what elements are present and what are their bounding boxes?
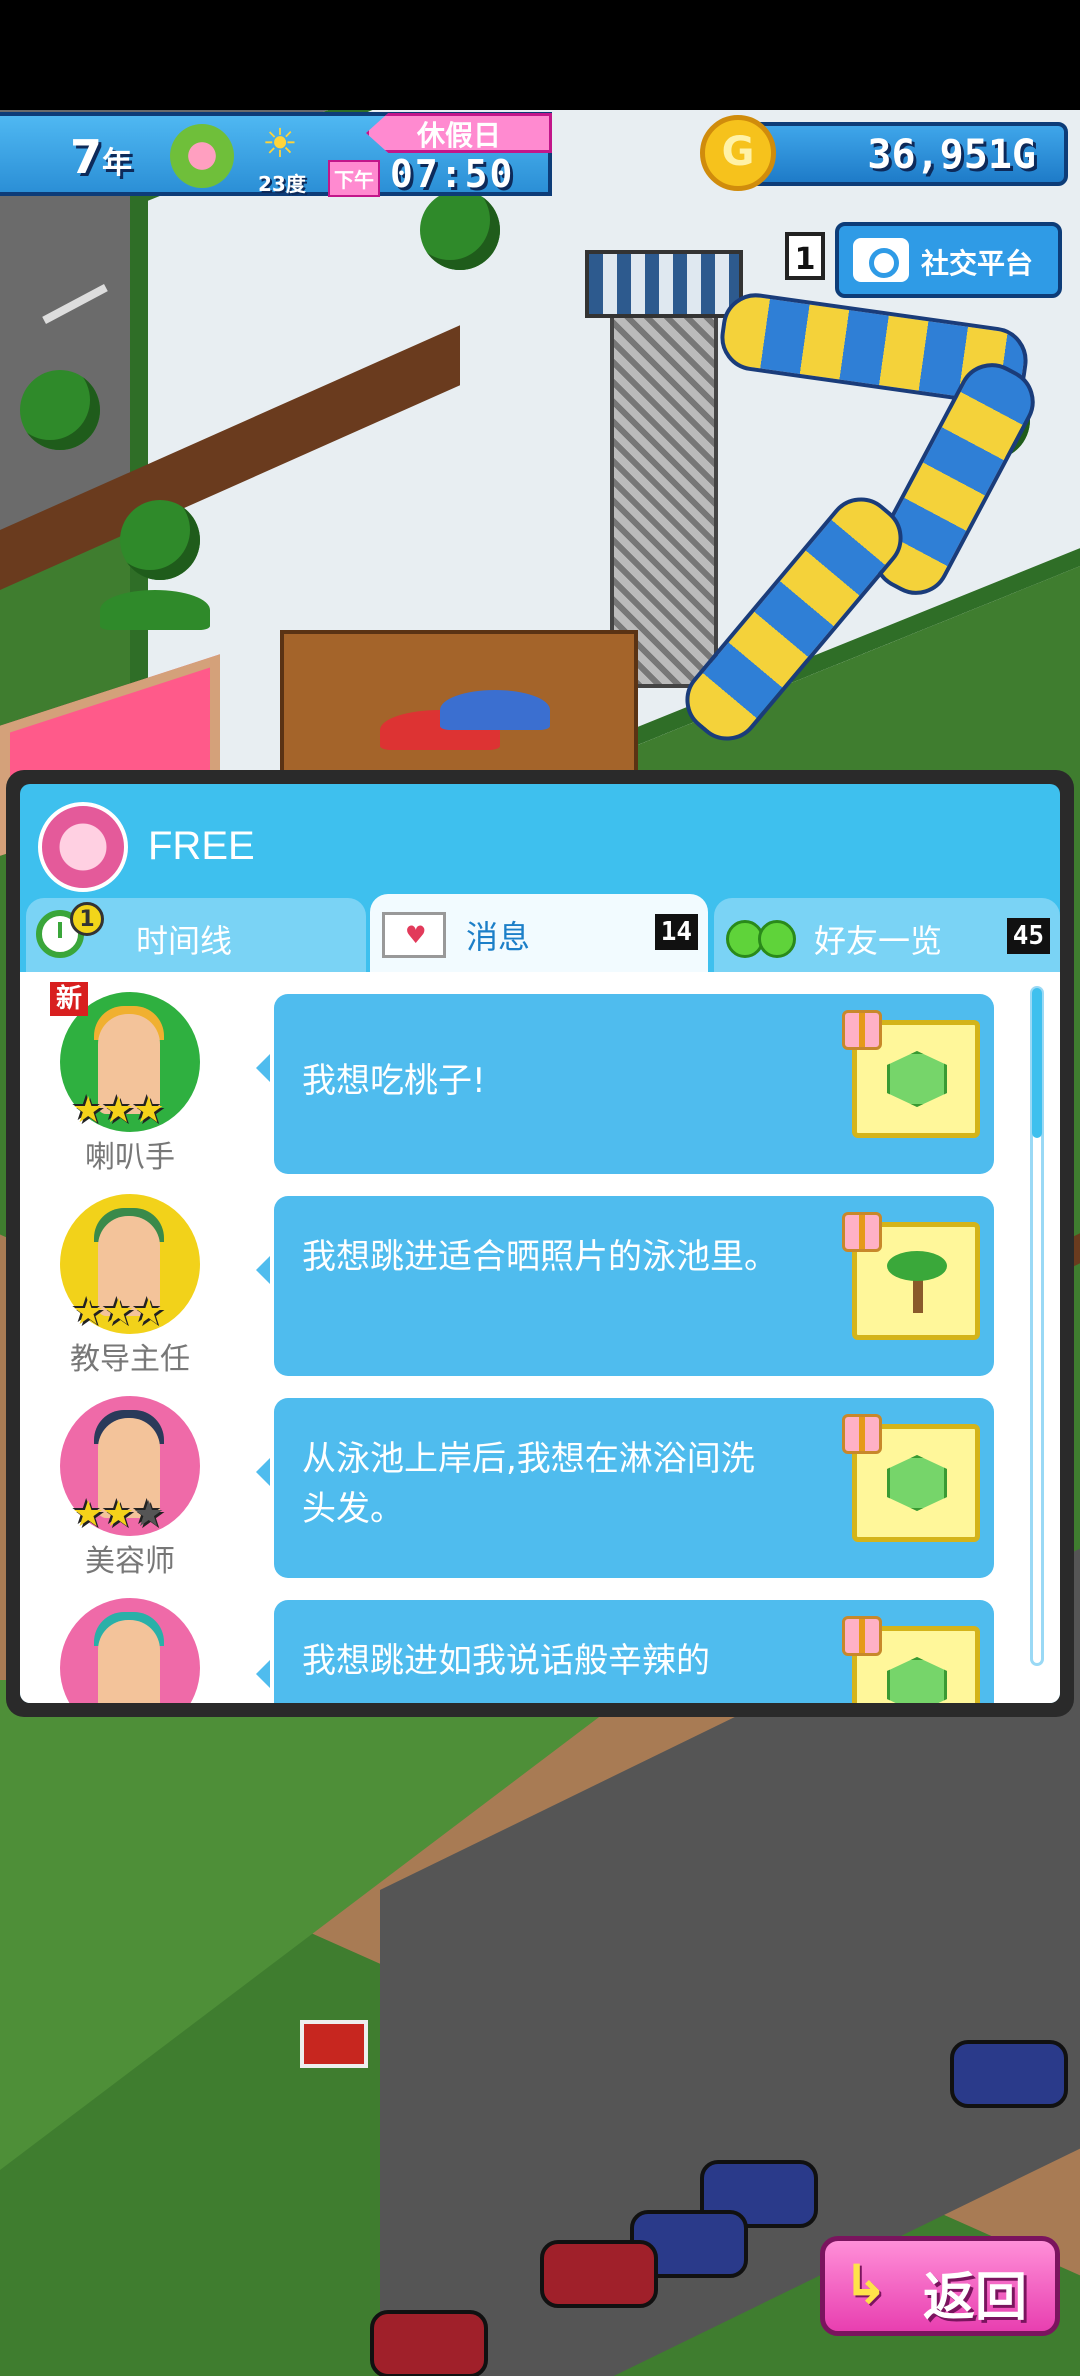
gift-icon xyxy=(842,1616,882,1656)
tab-friends[interactable]: 好友一览 45 xyxy=(714,898,1060,972)
palm-leaves xyxy=(887,1251,947,1281)
message-bubble[interactable]: 我想跳进适合晒照片的泳池里。 xyxy=(256,1196,994,1376)
gift-icon xyxy=(842,1212,882,1252)
return-button[interactable]: ↳ 返回 xyxy=(820,2236,1060,2336)
green-cube-icon xyxy=(887,1455,947,1511)
tree xyxy=(20,370,100,450)
tree xyxy=(120,500,200,580)
gold-coin-icon: G xyxy=(700,115,776,191)
tab-messages-label: 消息 xyxy=(466,918,531,956)
year-display: 7年 xyxy=(70,130,132,184)
npc-name: 教导主任 xyxy=(70,1342,190,1377)
return-label: 返回 xyxy=(923,2268,1028,2328)
timeline-badge: 1 xyxy=(70,902,104,936)
message-bubble[interactable]: 我想跳进如我说话般辛辣的 xyxy=(256,1600,994,1703)
message-text: 我想吃桃子! xyxy=(302,1061,486,1101)
friends-count: 45 xyxy=(1006,918,1050,954)
message-text: 我想跳进如我说话般辛辣的 xyxy=(302,1641,710,1681)
social-notification-count: 1 xyxy=(785,232,825,280)
temperature: 23度 xyxy=(258,172,306,196)
social-dialog: FREE 1 时间线 消息 14 好友一览 45 新 xyxy=(6,770,1074,1717)
npc-body xyxy=(98,1620,160,1703)
user-name: FREE xyxy=(148,824,255,868)
return-arrow-icon: ↳ xyxy=(843,2253,889,2316)
green-cube-icon xyxy=(887,1657,947,1703)
car xyxy=(370,2310,488,2376)
slide-tower[interactable] xyxy=(610,260,718,688)
message-bubble[interactable]: 从泳池上岸后,我想在淋浴间洗头发。 xyxy=(256,1398,994,1578)
message-row[interactable]: ★★★ 教导主任 我想跳进适合晒照片的泳池里。 xyxy=(20,1184,1030,1377)
sun-icon: ☀ xyxy=(262,121,298,167)
stars-filled: ★★★ xyxy=(72,1292,165,1333)
new-badge: 新 xyxy=(50,982,89,1016)
slide-tower-roof xyxy=(585,250,743,318)
mail-icon xyxy=(382,912,446,958)
tab-timeline-label: 时间线 xyxy=(136,922,233,960)
time-display: 07:50 xyxy=(390,152,515,196)
stars-empty: ★ xyxy=(132,1494,165,1535)
message-text: 从泳池上岸后,我想在淋浴间洗头发。 xyxy=(302,1439,755,1529)
year-number: 7 xyxy=(70,130,103,184)
camera-icon xyxy=(853,238,909,282)
star-rating: ★★★ xyxy=(72,1494,165,1535)
money-value: 36,951G xyxy=(867,132,1036,178)
green-cube-icon xyxy=(887,1051,947,1107)
season-flower-icon xyxy=(170,124,234,188)
year-unit: 年 xyxy=(102,146,133,181)
npc-name: 喇叭手 xyxy=(85,1140,175,1175)
npc-name: 美容师 xyxy=(85,1544,175,1579)
star-rating: ★★★ xyxy=(72,1090,165,1131)
tab-friends-label: 好友一览 xyxy=(814,922,943,960)
stars-filled: ★★★ xyxy=(72,1090,165,1131)
tree xyxy=(420,190,500,270)
message-row[interactable]: 我想跳进如我说话般辛辣的 xyxy=(20,1588,1030,1703)
gift-icon xyxy=(842,1010,882,1050)
user-avatar xyxy=(38,802,128,892)
gift-icon xyxy=(842,1414,882,1454)
messages-count: 14 xyxy=(654,914,698,950)
friends-icon xyxy=(726,912,802,960)
holiday-badge: 休假日 xyxy=(366,113,552,153)
palm-tree-icon xyxy=(887,1247,947,1317)
car xyxy=(950,2040,1068,2108)
car xyxy=(540,2240,658,2308)
message-bubble[interactable]: 我想吃桃子! xyxy=(256,994,994,1174)
umbrella xyxy=(100,590,210,630)
friend-head-icon xyxy=(758,920,796,958)
social-platform-label: 社交平台 xyxy=(921,247,1034,280)
message-row[interactable]: ★★★ 美容师 从泳池上岸后,我想在淋浴间洗头发。 xyxy=(20,1386,1030,1579)
message-list[interactable]: 新 ★★★ 喇叭手 我想吃桃子! ★★★ 教导主任 我想跳进适合晒照片的泳池里。… xyxy=(20,972,1060,1703)
sign-board xyxy=(300,2020,368,2068)
star-rating: ★★★ xyxy=(72,1292,165,1333)
stars-filled: ★★ xyxy=(72,1494,135,1535)
ampm-label: 下午 xyxy=(328,160,380,197)
umbrella xyxy=(440,690,550,730)
dialog-content: FREE 1 时间线 消息 14 好友一览 45 新 xyxy=(20,784,1060,1703)
npc-avatar[interactable] xyxy=(60,1598,200,1703)
tab-messages[interactable]: 消息 14 xyxy=(370,894,708,974)
tab-timeline[interactable]: 1 时间线 xyxy=(26,898,366,972)
message-text: 我想跳进适合晒照片的泳池里。 xyxy=(302,1237,778,1277)
social-platform-button[interactable]: 社交平台 xyxy=(835,222,1062,298)
scrollbar-thumb[interactable] xyxy=(1032,988,1042,1138)
message-row[interactable]: 新 ★★★ 喇叭手 我想吃桃子! xyxy=(20,982,1030,1175)
